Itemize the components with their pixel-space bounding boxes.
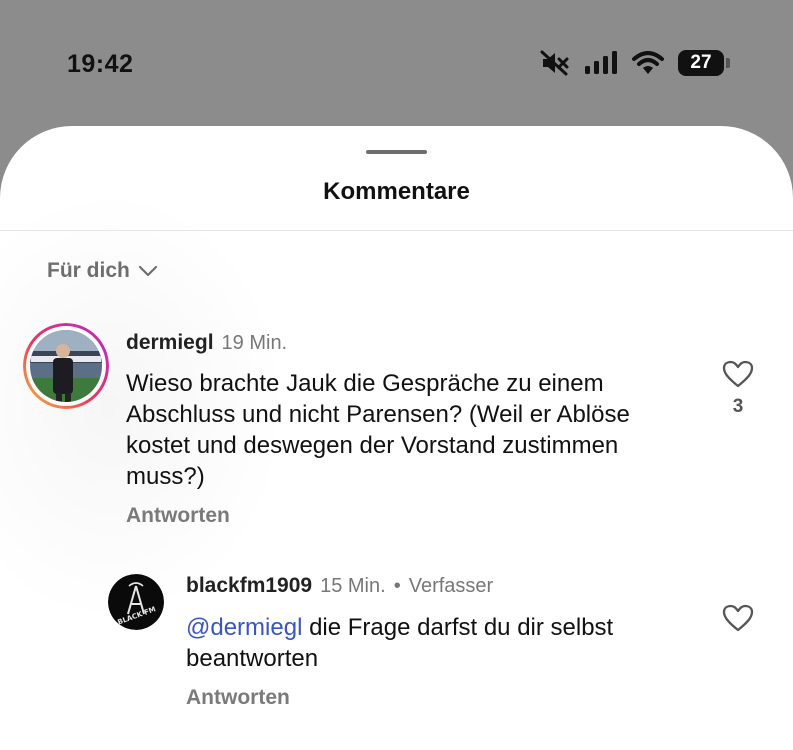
sort-dropdown[interactable]: Für dich [47,259,158,283]
battery-cap [726,58,730,68]
reply-reply-button[interactable]: Antworten [186,686,290,710]
status-bar: 19:42 27 [0,0,793,130]
status-icons: 27 [540,50,730,76]
reply-button[interactable]: Antworten [126,504,230,528]
reply-text: @dermiegl die Frage darfst du dir selbst… [186,612,706,674]
divider [0,230,793,231]
heart-icon [722,604,754,632]
comments-sheet: Kommentare Für dich dermiegl 19 Min. Wie… [0,126,793,750]
sheet-title: Kommentare [323,178,470,205]
signal-icon [585,51,617,74]
reply-timestamp: 15 Min. [320,575,386,597]
comment-timestamp: 19 Min. [221,332,288,354]
comment-header: dermiegl 19 Min. [126,331,287,355]
battery-level: 27 [678,50,724,76]
mention-link[interactable]: @dermiegl [186,614,302,641]
reply-separator: • [393,575,401,597]
avatar[interactable] [23,323,109,409]
reply-header: blackfm1909 15 Min. • Verfasser [186,574,493,598]
sort-label: Für dich [47,259,130,282]
status-time: 19:42 [67,50,134,78]
heart-icon [722,360,754,388]
sheet-grabber[interactable] [366,150,427,154]
chevron-down-icon [138,265,157,277]
author-badge: Verfasser [408,575,494,597]
battery-icon: 27 [678,50,730,76]
mute-icon [540,50,569,76]
reply-username[interactable]: blackfm1909 [186,574,312,598]
like-count: 3 [732,396,744,417]
comment-username[interactable]: dermiegl [126,331,214,355]
reply-like-button[interactable] [722,604,754,632]
like-button[interactable]: 3 [722,360,754,418]
wifi-icon [632,51,664,74]
reply-avatar[interactable]: BLACK FM [108,574,164,630]
comment-text: Wieso brachte Jauk die Gespräche zu eine… [126,370,630,490]
